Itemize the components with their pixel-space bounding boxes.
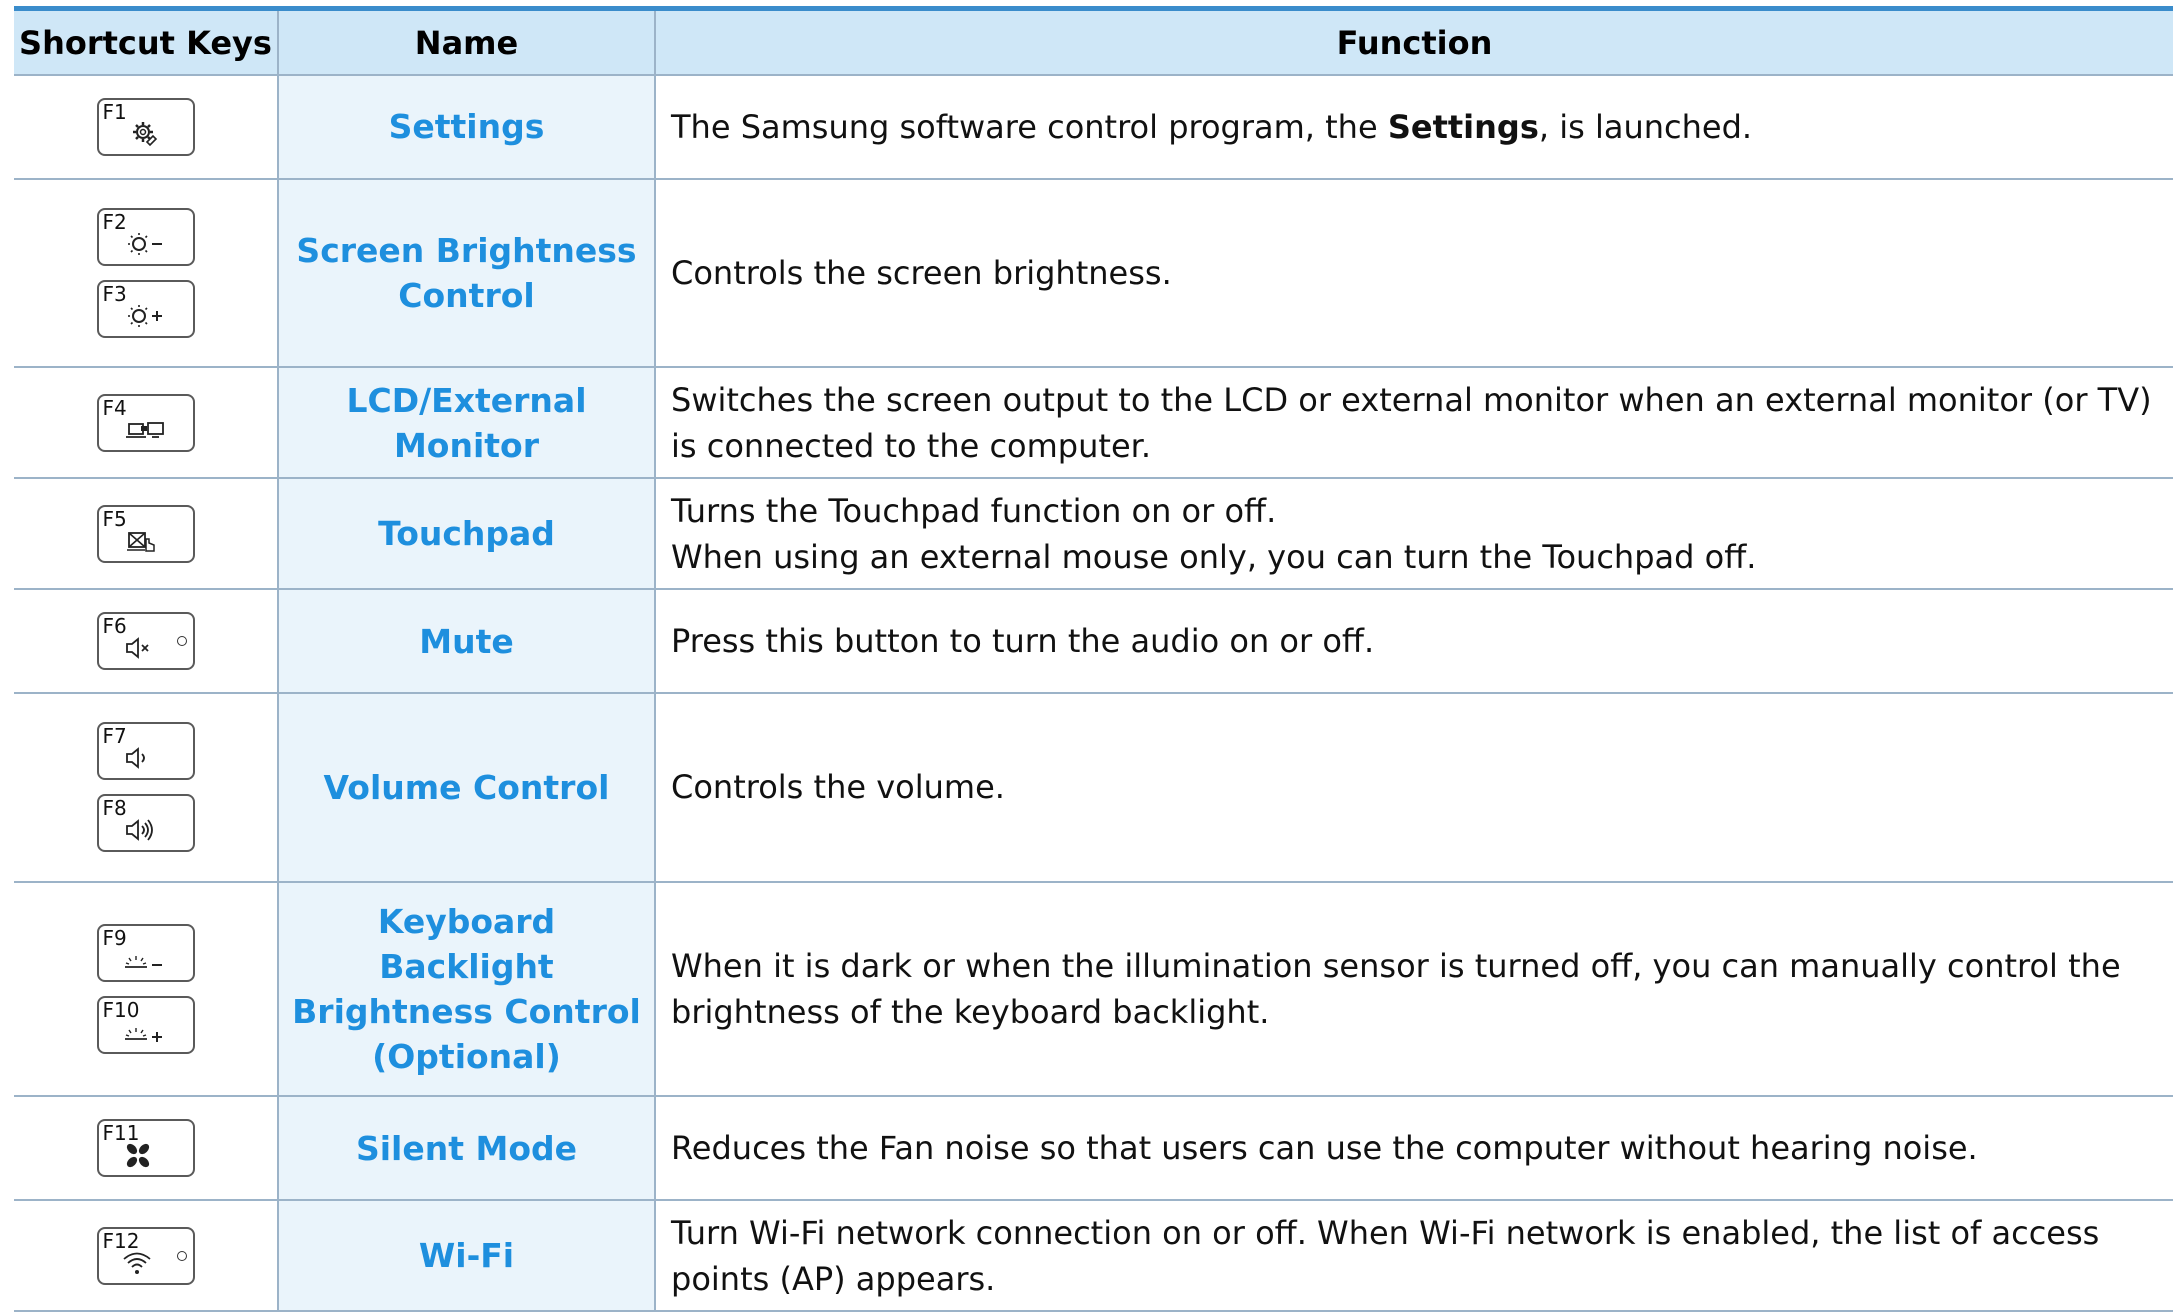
table-row: F2 F3 Screen Brightness Control Controls…: [14, 178, 2173, 369]
name-keyboard-backlight: Keyboard Backlight Brightness Control (O…: [278, 881, 656, 1098]
volume-up-icon: [123, 810, 173, 850]
shortcut-keys-table: Shortcut Keys Name Function F1 Settings …: [14, 6, 2173, 1312]
mute-icon: [123, 628, 173, 668]
header-function: Function: [655, 6, 2173, 76]
key-f8: F8: [96, 794, 195, 853]
function-text: , is launched.: [1538, 107, 1753, 146]
function-cell: The Samsung software control program, th…: [655, 75, 2173, 180]
function-text: Controls the screen brightness.: [655, 178, 2173, 369]
key-f9: F9: [96, 923, 195, 982]
fan-icon: [123, 1135, 173, 1175]
key-f7: F7: [96, 722, 195, 781]
touchpad-icon: [123, 521, 173, 561]
lcd-external-monitor-icon: [123, 410, 173, 450]
name-touchpad: Touchpad: [278, 478, 656, 591]
function-bold-text: Settings: [1387, 107, 1539, 146]
table-row: F11 Silent Mode Reduces the Fan noise so…: [14, 1096, 2173, 1202]
function-text: Reduces the Fan noise so that users can …: [655, 1096, 2173, 1202]
shortcut-keys-cell: F5: [14, 478, 279, 591]
key-f2: F2: [96, 208, 195, 267]
header-shortcut-keys: Shortcut Keys: [14, 6, 279, 76]
shortcut-keys-cell: F1: [14, 75, 279, 180]
function-text: When it is dark or when the illumination…: [655, 881, 2173, 1098]
table-row: F9 F10 Keyboard Backlight Brightness Con…: [14, 881, 2173, 1098]
name-settings: Settings: [278, 75, 656, 180]
key-f12: F12: [96, 1226, 195, 1285]
brightness-up-icon: [123, 296, 173, 336]
function-text: Press this button to turn the audio on o…: [655, 589, 2173, 694]
table-row: F6 Mute Press this button to turn the au…: [14, 589, 2173, 694]
name-silent-mode: Silent Mode: [278, 1096, 656, 1202]
keyboard-backlight-down-icon: [123, 940, 173, 980]
function-text: Switches the screen output to the LCD or…: [655, 367, 2173, 480]
table-header-row: Shortcut Keys Name Function: [14, 6, 2173, 76]
function-text-line-2: When using an external mouse only, you c…: [671, 537, 1757, 576]
shortcut-keys-cell: F7 F8: [14, 692, 279, 883]
name-wifi: Wi-Fi: [278, 1200, 656, 1312]
led-indicator-icon: [176, 1250, 187, 1261]
keyboard-backlight-up-icon: [123, 1012, 173, 1052]
key-f5: F5: [96, 504, 195, 563]
function-cell: Turns the Touchpad function on or off. W…: [655, 478, 2173, 591]
name-screen-brightness: Screen Brightness Control: [278, 178, 656, 369]
key-f3: F3: [96, 280, 195, 339]
function-text: Controls the volume.: [655, 692, 2173, 883]
table-row: F5 Touchpad Turns the Touchpad function …: [14, 478, 2173, 591]
header-name: Name: [278, 6, 656, 76]
name-mute: Mute: [278, 589, 656, 694]
shortcut-keys-cell: F12: [14, 1200, 279, 1312]
table-row: F12 Wi-Fi Turn Wi-Fi network connection …: [14, 1200, 2173, 1312]
function-text: The Samsung software control program, th…: [671, 107, 1388, 146]
led-indicator-icon: [176, 636, 187, 647]
key-f6: F6: [96, 612, 195, 671]
key-f10: F10: [96, 995, 195, 1054]
table-row: F7 F8 Volume Control Controls the volume…: [14, 692, 2173, 883]
key-f11: F11: [96, 1119, 195, 1178]
function-text-line-1: Turns the Touchpad function on or off.: [671, 491, 1277, 530]
name-lcd-external-monitor: LCD/External Monitor: [278, 367, 656, 480]
key-f4: F4: [96, 393, 195, 452]
function-text: Turn Wi-Fi network connection on or off.…: [655, 1200, 2173, 1312]
key-f1: F1: [96, 97, 195, 156]
table-row: F1 Settings The Samsung software control…: [14, 75, 2173, 180]
shortcut-keys-cell: F11: [14, 1096, 279, 1202]
shortcut-keys-cell: F9 F10: [14, 881, 279, 1098]
name-volume-control: Volume Control: [278, 692, 656, 883]
settings-gear-icon: [123, 114, 173, 154]
brightness-down-icon: [123, 224, 173, 264]
shortcut-keys-cell: F2 F3: [14, 178, 279, 369]
table-row: F4 LCD/External Monitor Switches the scr…: [14, 367, 2173, 480]
wifi-icon: [122, 1243, 173, 1283]
volume-down-icon: [123, 738, 173, 778]
shortcut-keys-cell: F6: [14, 589, 279, 694]
shortcut-keys-cell: F4: [14, 367, 279, 480]
